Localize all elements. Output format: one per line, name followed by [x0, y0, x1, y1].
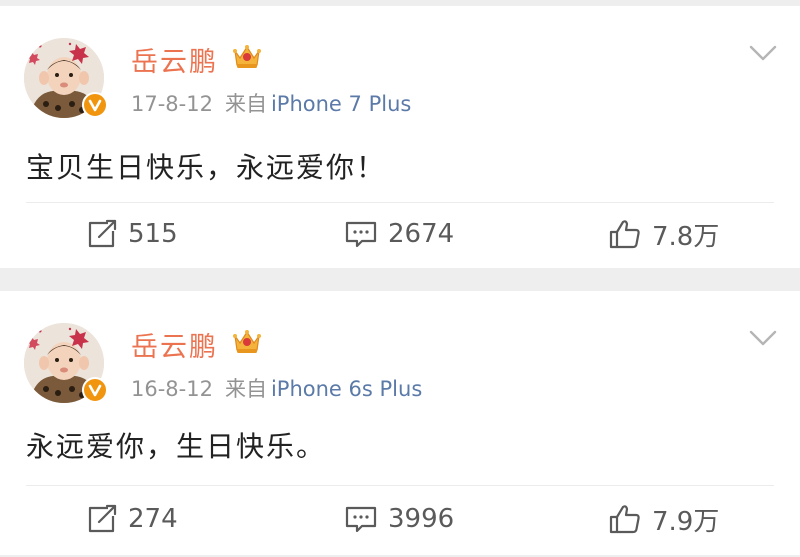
like-button[interactable]: 7.8万	[608, 214, 719, 254]
source-prefix: 来自	[224, 377, 267, 401]
like-button[interactable]: 7.9万	[608, 499, 719, 539]
post-text: 永远爱你，生日快乐。	[26, 430, 327, 463]
verified-v-icon	[82, 377, 108, 403]
repost-icon	[88, 504, 117, 533]
comment-icon	[345, 221, 377, 248]
username[interactable]: 岳云鹏	[131, 40, 218, 79]
crown-icon	[233, 330, 261, 353]
post-card: 岳云鹏 17-8-12 来自 iPhone 7 Plus 宝贝生日快乐，永远爱你！ …	[0, 6, 800, 268]
comment-button[interactable]: 2674	[344, 214, 454, 254]
comment-button[interactable]: 3996	[344, 499, 454, 539]
like-count: 7.9万	[652, 506, 720, 537]
comment-icon	[345, 506, 377, 533]
post-card: 岳云鹏 16-8-12 来自 iPhone 6s Plus 永远爱你，生日快乐。 2…	[0, 291, 800, 555]
source-prefix: 来自	[224, 92, 267, 116]
divider	[26, 485, 774, 486]
post-text: 宝贝生日快乐，永远爱你！	[26, 151, 387, 184]
thumbs-up-icon	[609, 505, 640, 534]
comment-count: 2674	[388, 219, 455, 249]
verified-v-icon	[82, 92, 108, 118]
thumbs-up-icon	[609, 220, 640, 249]
chevron-down-icon[interactable]	[748, 44, 778, 62]
weibo-feed: 岳云鹏 17-8-12 来自 iPhone 7 Plus 宝贝生日快乐，永远爱你！ …	[0, 0, 800, 557]
post-meta: 16-8-12 来自 iPhone 6s Plus	[131, 373, 422, 403]
avatar[interactable]	[24, 323, 112, 411]
username[interactable]: 岳云鹏	[131, 325, 218, 364]
repost-count: 515	[128, 219, 178, 249]
avatar[interactable]	[24, 38, 112, 126]
repost-icon	[88, 219, 117, 248]
crown-icon	[233, 45, 261, 68]
comment-count: 3996	[388, 504, 455, 534]
device-source[interactable]: iPhone 6s Plus	[271, 377, 422, 401]
post-date: 17-8-12	[131, 92, 213, 116]
chevron-down-icon[interactable]	[748, 329, 778, 347]
repost-button[interactable]: 515	[86, 214, 178, 254]
post-meta: 17-8-12 来自 iPhone 7 Plus	[131, 88, 411, 118]
like-count: 7.8万	[652, 221, 720, 252]
post-date: 16-8-12	[131, 377, 213, 401]
device-source[interactable]: iPhone 7 Plus	[271, 92, 411, 116]
repost-button[interactable]: 274	[86, 499, 178, 539]
divider	[26, 202, 774, 203]
repost-count: 274	[128, 504, 178, 534]
